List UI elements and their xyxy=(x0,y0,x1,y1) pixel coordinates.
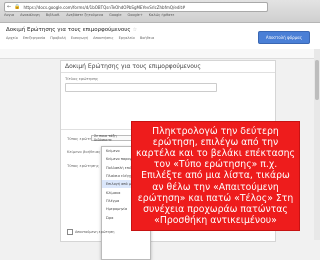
instruction-callout: Πληκτρολογώ την δεύτερη ερώτηση, επιλέγω… xyxy=(131,121,300,231)
lock-icon: 🔒 xyxy=(14,4,21,10)
question-type-value: Σε ποια τάξη διδάσκετε xyxy=(94,134,117,142)
divider xyxy=(61,72,275,73)
menu-item[interactable]: Εισαγωγή xyxy=(71,36,88,40)
required-checkbox[interactable] xyxy=(67,229,73,235)
scrollbar-thumb[interactable] xyxy=(315,60,319,100)
toolbar xyxy=(0,49,320,59)
required-label: Απαιτούμενη ερώτηση xyxy=(75,230,115,234)
bookmark-item[interactable]: Ανεβάστε ζητούμενα xyxy=(66,13,103,20)
browser-chrome: ← 🔒 https://docs.google.com/forms/d/1bOB… xyxy=(0,0,320,23)
form-title: Δοκιμή Ερώτησης για τους επιμορφούμενους… xyxy=(6,27,137,33)
bookmark-item[interactable]: Καλώς ήρθατε xyxy=(149,13,175,20)
help-text-label: Κείμενο βοήθειας xyxy=(67,149,101,154)
bookmark-item[interactable]: Ανακάλυψη xyxy=(20,13,40,20)
menu-item[interactable]: Επεξεργασία xyxy=(23,36,45,40)
question-type-label-2: Τύπος ερώτησης xyxy=(67,163,99,168)
instruction-text: Πληκτρολογώ την δεύτερη ερώτηση, επιλέγω… xyxy=(136,125,295,227)
question-title-label: Τίτλος ερώτησης xyxy=(65,76,99,81)
menu-item[interactable]: Βοήθεια xyxy=(140,36,154,40)
menu-item[interactable]: Εργαλεία xyxy=(119,36,135,40)
menu-item[interactable]: Απαντήσεις xyxy=(93,36,113,40)
bookmark-item[interactable]: Google+ xyxy=(127,13,142,20)
bookmark-item[interactable]: Βιβλιοθ. xyxy=(46,13,60,20)
send-form-button[interactable]: Αποστολή φόρμας xyxy=(258,31,310,44)
menu-item[interactable]: Προβολή xyxy=(50,36,66,40)
menu-item[interactable]: Αρχείο xyxy=(6,36,18,40)
form-title-text[interactable]: Δοκιμή Ερώτησης για τους επιμορφούμενους xyxy=(6,27,131,33)
address-bar[interactable]: ← 🔒 https://docs.google.com/forms/d/1bOB… xyxy=(4,2,268,12)
question-type-select[interactable]: Σε ποια τάξη διδάσκετε xyxy=(91,134,133,142)
menu-bar: Αρχείο Επεξεργασία Προβολή Εισαγωγή Απαν… xyxy=(6,36,154,40)
bookmarks-bar: Λογια Ανακάλυψη Βιβλιοθ. Ανεβάστε ζητούμ… xyxy=(4,13,316,20)
bookmark-item[interactable]: Λογια xyxy=(4,13,14,20)
question-title-input[interactable] xyxy=(65,83,217,92)
back-icon[interactable]: ← xyxy=(7,4,11,10)
url-text: https://docs.google.com/forms/d/1bOBTQsn… xyxy=(23,4,186,10)
required-toggle[interactable]: Απαιτούμενη ερώτηση xyxy=(67,229,114,235)
star-icon[interactable]: ☆ xyxy=(133,27,137,33)
bookmark-item[interactable]: Google xyxy=(109,13,121,20)
app-header: Δοκιμή Ερώτησης για τους επιμορφούμενους… xyxy=(0,23,320,50)
form-heading: Δοκιμή Ερώτησης για τους επιμορφούμενους xyxy=(65,63,201,70)
